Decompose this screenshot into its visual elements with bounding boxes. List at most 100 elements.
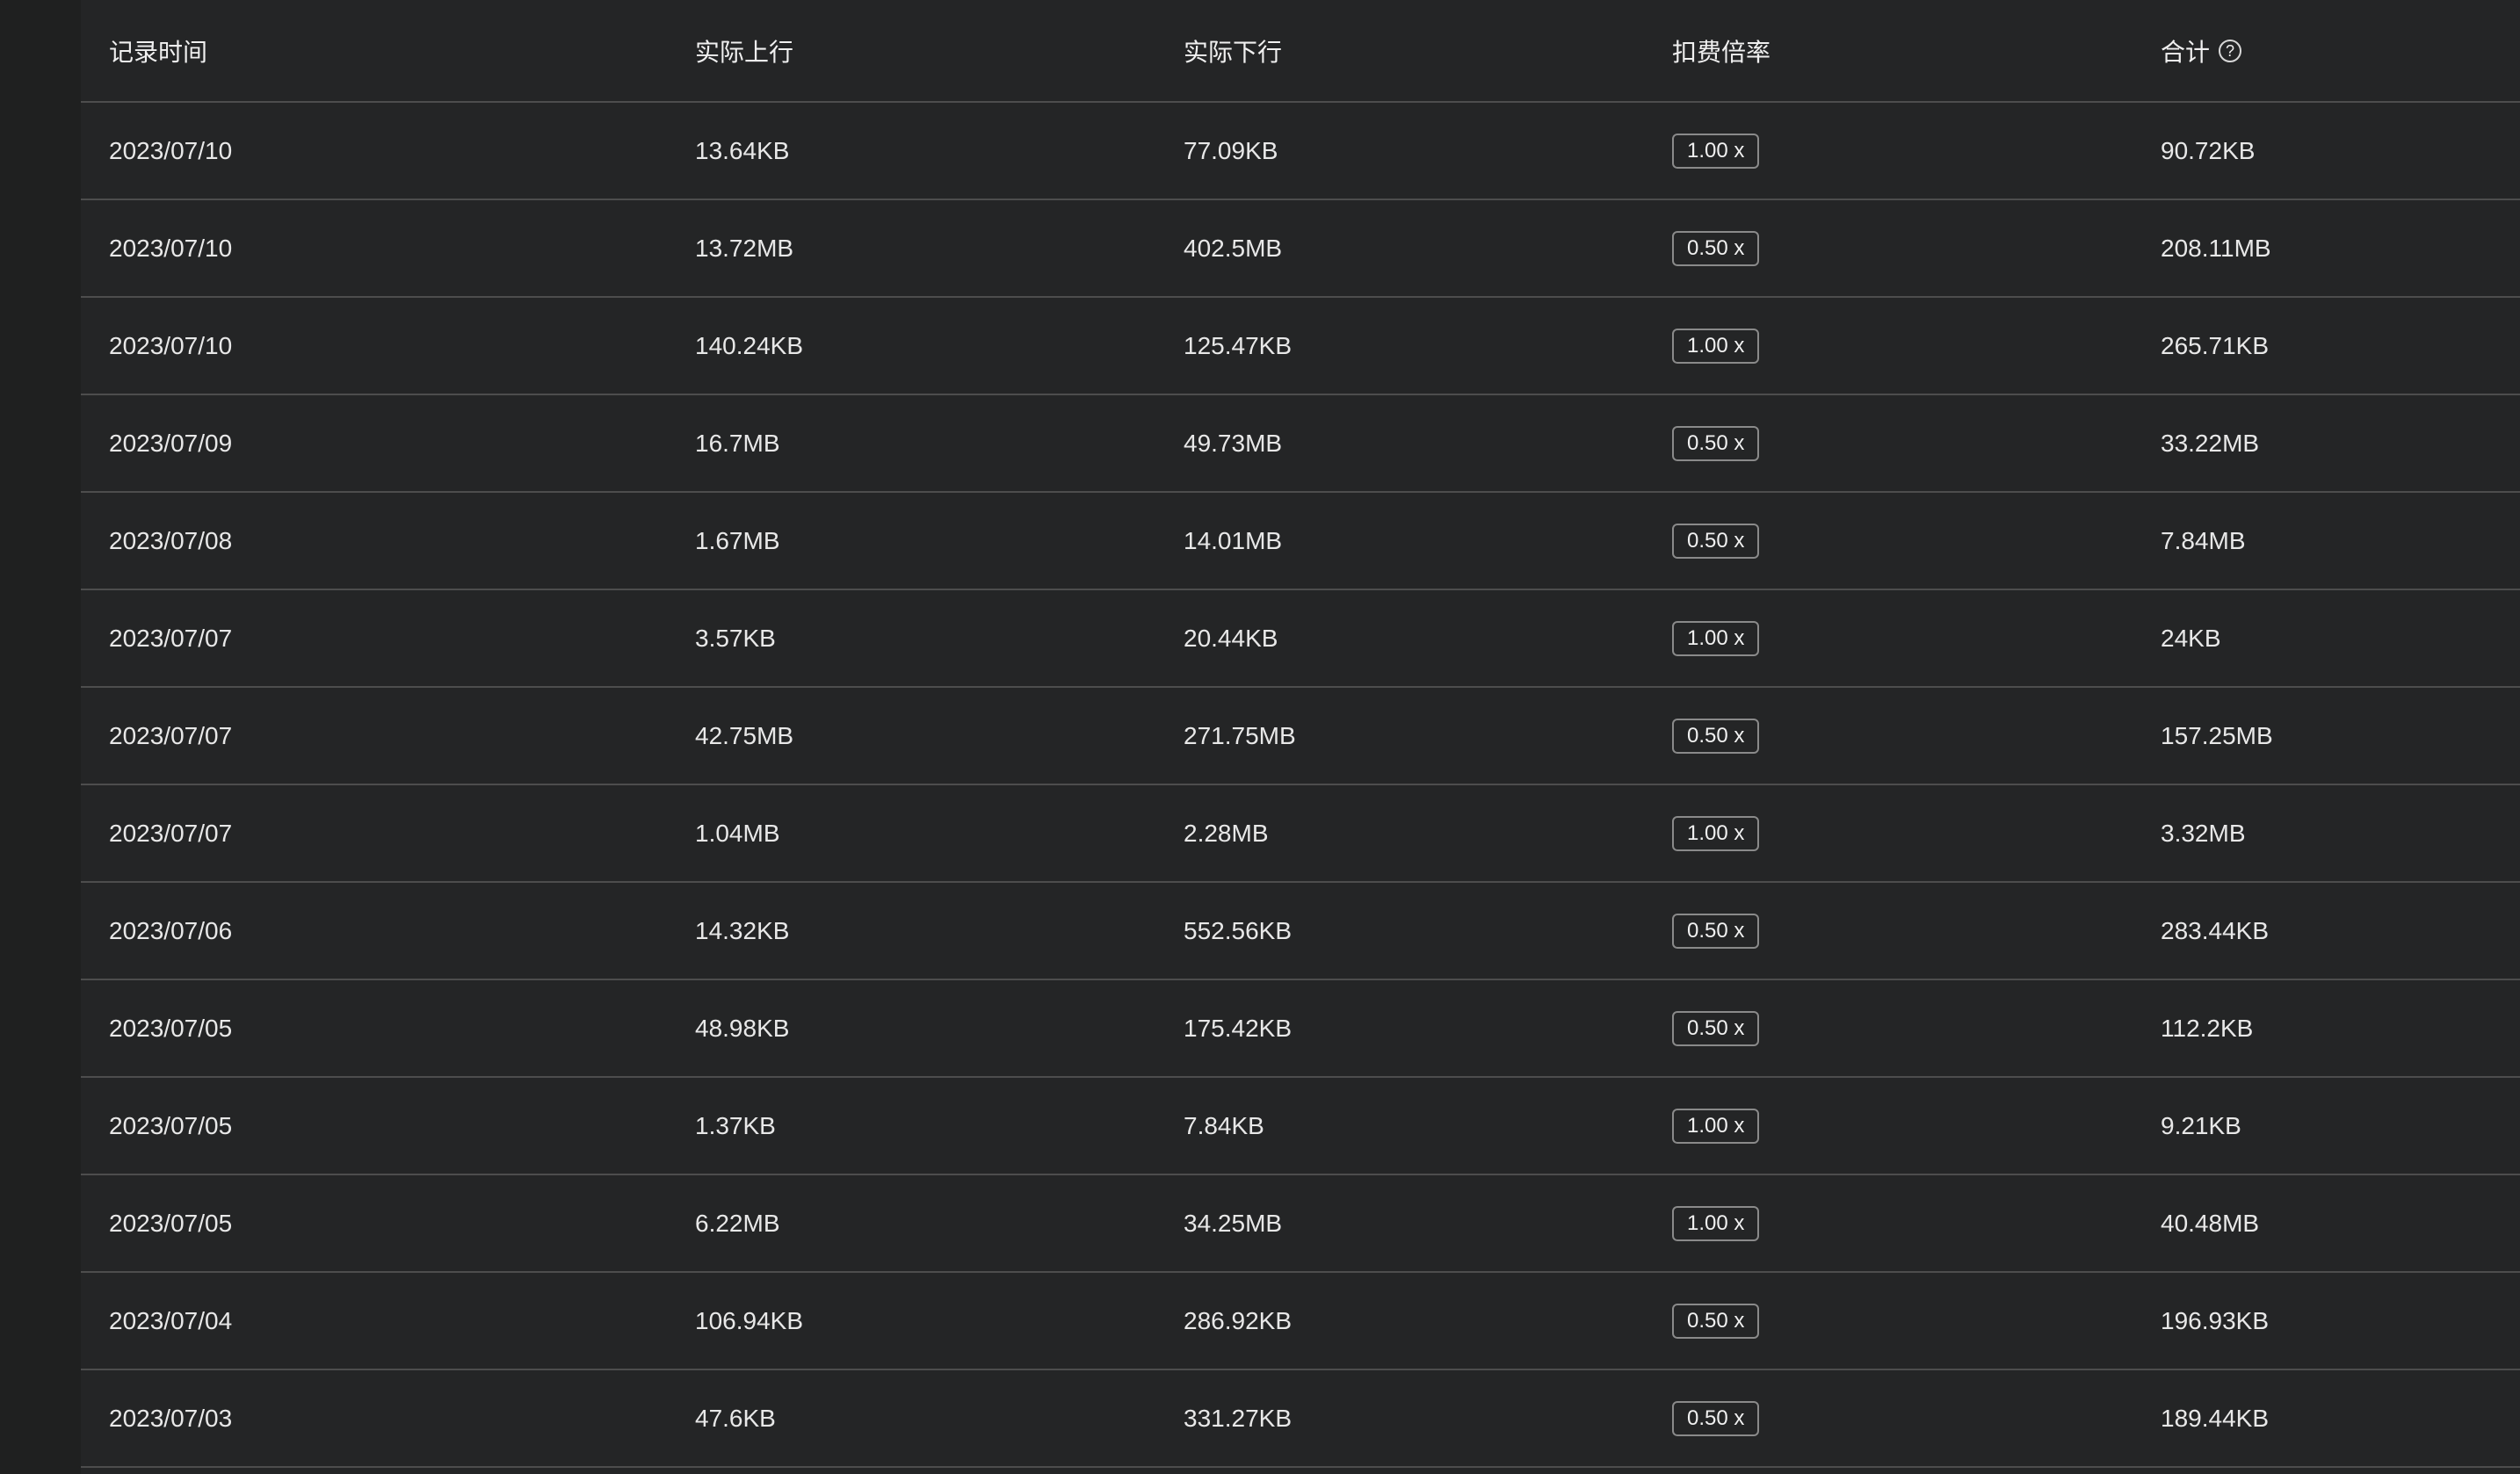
- rate-badge: 1.00 x: [1672, 1108, 1760, 1144]
- actual-upload: 42.75MB: [695, 721, 794, 749]
- table-row: 2023/07/10 13.72MB 402.5MB 0.50 x 208.11MB: [81, 200, 2520, 298]
- total-traffic: 208.11MB: [2161, 234, 2271, 262]
- rate-badge: 0.50 x: [1672, 913, 1760, 949]
- record-time: 2023/07/08: [109, 526, 233, 554]
- record-time: 2023/07/03: [109, 1404, 233, 1432]
- actual-upload: 16.7MB: [695, 429, 780, 457]
- rate-badge: 0.50 x: [1672, 1400, 1760, 1436]
- billing-rate: 0.50 x: [1672, 883, 1760, 979]
- record-time: 2023/07/10: [109, 331, 233, 359]
- table-row: 2023/07/07 3.57KB 20.44KB 1.00 x 24KB: [81, 590, 2520, 688]
- question-circle-icon[interactable]: ?: [2219, 39, 2242, 62]
- table-row: 2023/07/08 1.67MB 14.01MB 0.50 x 7.84MB: [81, 493, 2520, 590]
- billing-rate: 1.00 x: [1672, 590, 1760, 686]
- total-traffic: 24KB: [2161, 624, 2221, 652]
- traffic-records-table: 记录时间 实际上行 实际下行 扣费倍率 合计 ? 2023/07/10 13.64…: [81, 0, 2520, 1468]
- record-time: 2023/07/06: [109, 916, 233, 944]
- record-time: 2023/07/07: [109, 721, 233, 749]
- column-header-rate: 扣费倍率: [1672, 38, 1771, 66]
- record-time: 2023/07/10: [109, 234, 233, 262]
- record-time: 2023/07/05: [109, 1014, 233, 1042]
- billing-rate: 1.00 x: [1672, 1175, 1760, 1271]
- actual-upload: 13.64KB: [695, 136, 790, 164]
- actual-upload: 1.67MB: [695, 526, 780, 554]
- actual-upload: 140.24KB: [695, 331, 803, 359]
- rate-badge: 1.00 x: [1672, 620, 1760, 656]
- column-header-total-label: 合计: [2161, 38, 2211, 66]
- rate-badge: 1.00 x: [1672, 133, 1760, 169]
- table-header: 记录时间 实际上行 实际下行 扣费倍率 合计 ?: [81, 0, 2520, 103]
- billing-rate: 0.50 x: [1672, 980, 1760, 1076]
- actual-upload: 48.98KB: [695, 1014, 790, 1042]
- left-sidebar-strip: [0, 0, 81, 1474]
- actual-upload: 6.22MB: [695, 1209, 780, 1237]
- actual-download: 552.56KB: [1184, 916, 1292, 944]
- table-body: 2023/07/10 13.64KB 77.09KB 1.00 x 90.72KB 202…: [81, 103, 2520, 1468]
- billing-rate: 0.50 x: [1672, 1370, 1760, 1466]
- rate-badge: 0.50 x: [1672, 425, 1760, 461]
- rate-badge: 0.50 x: [1672, 1010, 1760, 1046]
- actual-download: 77.09KB: [1184, 136, 1278, 164]
- actual-download: 49.73MB: [1184, 429, 1283, 457]
- total-traffic: 33.22MB: [2161, 429, 2260, 457]
- record-time: 2023/07/05: [109, 1209, 233, 1237]
- billing-rate: 0.50 x: [1672, 395, 1760, 491]
- total-traffic: 9.21KB: [2161, 1111, 2241, 1139]
- actual-download: 175.42KB: [1184, 1014, 1292, 1042]
- billing-rate: 0.50 x: [1672, 200, 1760, 296]
- column-header-time: 记录时间: [109, 38, 208, 66]
- actual-download: 331.27KB: [1184, 1404, 1292, 1432]
- record-time: 2023/07/05: [109, 1111, 233, 1139]
- actual-upload: 1.37KB: [695, 1111, 776, 1139]
- actual-upload: 1.04MB: [695, 819, 780, 847]
- rate-badge: 0.50 x: [1672, 1303, 1760, 1339]
- rate-badge: 1.00 x: [1672, 328, 1760, 364]
- table-row: 2023/07/09 16.7MB 49.73MB 0.50 x 33.22MB: [81, 395, 2520, 493]
- record-time: 2023/07/07: [109, 819, 233, 847]
- column-header-download: 实际下行: [1184, 38, 1283, 66]
- actual-upload: 3.57KB: [695, 624, 776, 652]
- rate-badge: 0.50 x: [1672, 230, 1760, 266]
- total-traffic: 7.84MB: [2161, 526, 2246, 554]
- actual-download: 34.25MB: [1184, 1209, 1283, 1237]
- total-traffic: 196.93KB: [2161, 1306, 2269, 1334]
- record-time: 2023/07/10: [109, 136, 233, 164]
- total-traffic: 3.32MB: [2161, 819, 2246, 847]
- billing-rate: 1.00 x: [1672, 785, 1760, 881]
- record-time: 2023/07/09: [109, 429, 233, 457]
- billing-rate: 0.50 x: [1672, 493, 1760, 589]
- actual-download: 2.28MB: [1184, 819, 1269, 847]
- total-traffic: 283.44KB: [2161, 916, 2269, 944]
- table-row: 2023/07/05 1.37KB 7.84KB 1.00 x 9.21KB: [81, 1078, 2520, 1175]
- billing-rate: 1.00 x: [1672, 103, 1760, 199]
- billing-rate: 1.00 x: [1672, 1078, 1760, 1174]
- total-traffic: 189.44KB: [2161, 1404, 2269, 1432]
- actual-download: 7.84KB: [1184, 1111, 1264, 1139]
- total-traffic: 40.48MB: [2161, 1209, 2260, 1237]
- table-row: 2023/07/05 48.98KB 175.42KB 0.50 x 112.2KB: [81, 980, 2520, 1078]
- total-traffic: 112.2KB: [2161, 1014, 2254, 1042]
- actual-upload: 47.6KB: [695, 1404, 776, 1432]
- record-time: 2023/07/04: [109, 1306, 233, 1334]
- actual-upload: 14.32KB: [695, 916, 790, 944]
- rate-badge: 1.00 x: [1672, 1205, 1760, 1241]
- table-row: 2023/07/10 13.64KB 77.09KB 1.00 x 90.72KB: [81, 103, 2520, 200]
- total-traffic: 157.25MB: [2161, 721, 2273, 749]
- rate-badge: 0.50 x: [1672, 523, 1760, 559]
- table-row: 2023/07/07 42.75MB 271.75MB 0.50 x 157.25MB: [81, 688, 2520, 785]
- table-row: 2023/07/07 1.04MB 2.28MB 1.00 x 3.32MB: [81, 785, 2520, 883]
- actual-download: 286.92KB: [1184, 1306, 1292, 1334]
- actual-download: 402.5MB: [1184, 234, 1283, 262]
- column-header-upload: 实际上行: [695, 38, 794, 66]
- table-row: 2023/07/04 106.94KB 286.92KB 0.50 x 196.93KB: [81, 1273, 2520, 1370]
- rate-badge: 0.50 x: [1672, 718, 1760, 754]
- table-row: 2023/07/03 47.6KB 331.27KB 0.50 x 189.44KB: [81, 1370, 2520, 1468]
- total-traffic: 90.72KB: [2161, 136, 2256, 164]
- actual-upload: 13.72MB: [695, 234, 794, 262]
- actual-download: 20.44KB: [1184, 624, 1278, 652]
- billing-rate: 1.00 x: [1672, 298, 1760, 394]
- actual-download: 14.01MB: [1184, 526, 1283, 554]
- total-traffic: 265.71KB: [2161, 331, 2269, 359]
- rate-badge: 1.00 x: [1672, 815, 1760, 851]
- table-row: 2023/07/10 140.24KB 125.47KB 1.00 x 265.71KB: [81, 298, 2520, 395]
